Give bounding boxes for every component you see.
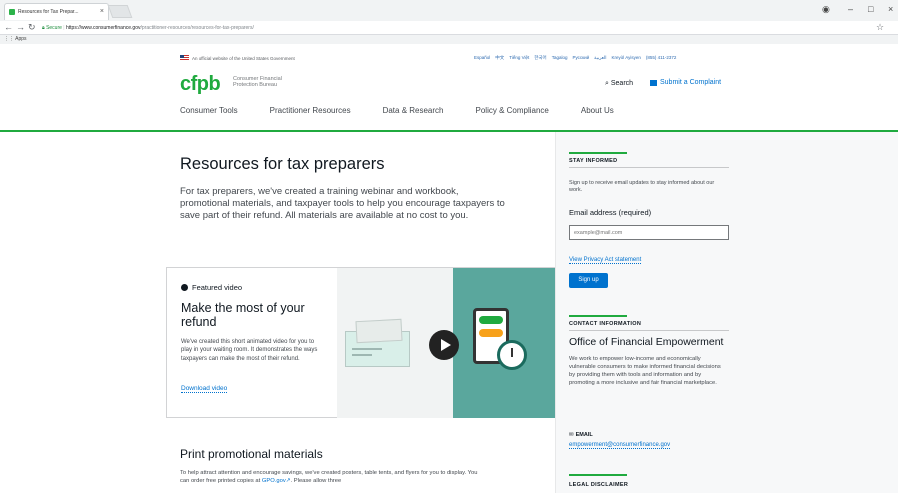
profile-icon[interactable]: ◉	[822, 4, 830, 15]
lang-link[interactable]: Tiếng Việt	[509, 55, 529, 61]
video-thumbnail[interactable]	[337, 268, 555, 418]
search-label: Search	[610, 80, 634, 87]
nav-policy-compliance[interactable]: Policy & Compliance	[476, 106, 549, 115]
download-video-link[interactable]: Download video	[181, 385, 228, 393]
email-heading-text: EMAIL	[575, 432, 593, 438]
sidebar: STAY INFORMED Sign up to receive email u…	[555, 132, 898, 493]
video-icon	[181, 284, 188, 291]
gpo-link[interactable]: GPO.gov	[262, 478, 286, 484]
bookmark-apps[interactable]: Apps	[15, 36, 26, 42]
favicon-icon	[9, 9, 15, 15]
featured-label: Featured video	[181, 283, 242, 292]
phone-number[interactable]: (855) 411-2372	[646, 55, 676, 61]
envelope-illustration	[345, 331, 410, 367]
mail-icon: ✉	[569, 432, 574, 438]
legal-disclaimer-heading: LEGAL DISCLAIMER	[569, 482, 629, 488]
url-path: /practitioner-resources/resources-for-ta…	[140, 25, 254, 31]
address-bar-row: ← → ↻ 🔒︎ Secure | https://www.consumerfi…	[0, 21, 898, 35]
bookmarks-bar: ⋮⋮ Apps	[0, 35, 898, 44]
featured-title: Make the most of your refund	[181, 301, 305, 329]
divider	[569, 330, 729, 331]
page-title: Resources for tax preparers	[180, 155, 385, 173]
apps-icon[interactable]: ⋮⋮	[4, 36, 14, 42]
us-flag-icon	[180, 55, 189, 61]
lang-link[interactable]: العربية	[594, 55, 606, 61]
office-description: We work to empower low-income and econom…	[569, 356, 721, 386]
back-icon[interactable]: ←	[4, 22, 13, 33]
privacy-act-link[interactable]: View Privacy Act statement	[569, 257, 642, 264]
lang-link[interactable]: Kreyòl Ayisyen	[611, 55, 640, 61]
email-field[interactable]	[569, 225, 729, 240]
lang-link[interactable]: 中文	[495, 55, 504, 61]
lang-link[interactable]: 한국어	[534, 55, 546, 61]
lang-link[interactable]: Tagalog	[552, 55, 568, 61]
divider	[569, 167, 729, 168]
submit-complaint-link[interactable]: Submit a Complaint	[650, 79, 721, 86]
cfpb-logo[interactable]: cfpb	[180, 73, 221, 95]
signup-text: Sign up to receive email updates to stay…	[569, 180, 715, 193]
sidebar-accent	[569, 474, 627, 476]
forward-icon[interactable]: →	[16, 22, 25, 33]
email-heading: ✉ EMAIL	[569, 432, 593, 438]
tab-title: Resources for Tax Prepar...	[18, 9, 79, 15]
secure-label: Secure	[46, 25, 62, 31]
minimize-icon[interactable]: –	[848, 4, 853, 14]
gov-banner: An official website of the United States…	[180, 55, 295, 61]
featured-video-card: Featured video Make the most of your ref…	[166, 267, 555, 418]
lock-icon: 🔒︎	[42, 25, 45, 31]
print-desc-part2: . Please allow three	[290, 478, 342, 484]
complaint-icon	[650, 79, 657, 86]
search-button[interactable]: ⌕ Search	[605, 80, 633, 88]
nav-practitioner-resources[interactable]: Practitioner Resources	[270, 106, 351, 115]
stay-informed-heading: STAY INFORMED	[569, 158, 618, 164]
contact-heading: CONTACT INFORMATION	[569, 321, 642, 327]
url-input[interactable]: 🔒︎ Secure | https://www.consumerfinance.…	[42, 23, 880, 34]
nav-consumer-tools[interactable]: Consumer Tools	[180, 106, 238, 115]
email-link[interactable]: empowerment@consumerfinance.gov	[569, 442, 671, 449]
gov-banner-text: An official website of the United States…	[192, 55, 295, 61]
complaint-label: Submit a Complaint	[660, 79, 722, 86]
tab-close-icon[interactable]: ×	[100, 4, 104, 20]
sidebar-accent	[569, 315, 627, 317]
search-icon: ⌕	[605, 80, 609, 87]
featured-label-text: Featured video	[192, 283, 243, 292]
browser-chrome: Resources for Tax Prepar... × ◉ – □ × ← …	[0, 0, 898, 44]
featured-description: We've created this short animated video …	[181, 339, 318, 362]
nav-data-research[interactable]: Data & Research	[383, 106, 444, 115]
maximize-icon[interactable]: □	[868, 4, 873, 14]
print-materials-title: Print promotional materials	[180, 447, 323, 461]
play-button-icon[interactable]	[429, 330, 459, 360]
sidebar-accent	[569, 152, 627, 154]
url-host: https://www.consumerfinance.gov	[66, 25, 141, 31]
new-tab-button[interactable]	[107, 5, 133, 18]
close-icon[interactable]: ×	[888, 4, 893, 14]
lang-link[interactable]: Русский	[572, 55, 589, 61]
star-icon[interactable]: ☆	[876, 22, 884, 33]
logo-subtitle: Consumer Financial Protection Bureau	[233, 76, 282, 88]
print-materials-text: To help attract attention and encourage …	[180, 469, 480, 485]
email-label: Email address (required)	[569, 208, 652, 217]
signup-button[interactable]: Sign up	[569, 273, 608, 288]
intro-text: For tax preparers, we've created a train…	[180, 186, 505, 221]
reload-icon[interactable]: ↻	[28, 22, 36, 33]
office-title: Office of Financial Empowerment	[569, 336, 724, 348]
clock-illustration	[497, 340, 527, 370]
browser-tab[interactable]: Resources for Tax Prepar... ×	[4, 3, 109, 20]
language-links: Español 中文 Tiếng Việt 한국어 Tagalog Русски…	[474, 55, 676, 61]
nav-about-us[interactable]: About Us	[581, 106, 614, 115]
lang-link[interactable]: Español	[474, 55, 490, 61]
main-nav: Consumer Tools Practitioner Resources Da…	[180, 106, 646, 115]
